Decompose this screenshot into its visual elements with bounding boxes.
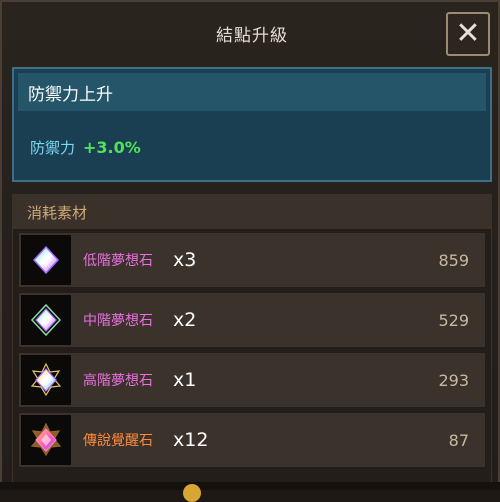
- high-dream-stone-icon: [30, 363, 62, 397]
- stat-value: +3.0%: [83, 138, 141, 157]
- material-name: 高階夢想石: [83, 373, 153, 389]
- stat-title: 防禦力上升: [28, 84, 113, 105]
- material-icon-box: [21, 415, 71, 465]
- low-dream-stone-icon: [32, 245, 60, 275]
- close-button[interactable]: ✕: [446, 12, 490, 56]
- material-name: 中階夢想石: [83, 313, 153, 329]
- stat-line: 防禦力 +3.0%: [30, 137, 141, 158]
- material-qty: x1: [173, 369, 197, 391]
- material-icon-box: [21, 355, 71, 405]
- stat-name: 防禦力: [30, 139, 76, 157]
- material-qty: x2: [173, 309, 197, 331]
- material-icon-box: [21, 235, 71, 285]
- material-row[interactable]: 高階夢想石 x1 293: [19, 353, 485, 407]
- dialog-header: 結點升級: [2, 2, 500, 64]
- material-owned: 293: [438, 370, 469, 390]
- materials-title: 消耗素材: [27, 203, 88, 222]
- coin-icon: [183, 484, 201, 502]
- stat-panel: 防禦力上升 防禦力 +3.0%: [12, 67, 492, 182]
- mid-dream-stone-icon: [30, 303, 62, 337]
- material-name: 低階夢想石: [83, 253, 153, 269]
- materials-panel: 消耗素材 低階夢想石 x3 859 中階夢想石 x2 529 高階夢想石 x1 …: [12, 194, 492, 484]
- material-qty: x3: [173, 249, 197, 271]
- footer-strip: [0, 482, 500, 490]
- dialog-title: 結點升級: [216, 25, 288, 46]
- material-row[interactable]: 低階夢想石 x3 859: [19, 233, 485, 287]
- close-icon: ✕: [455, 16, 481, 51]
- stat-header: 防禦力上升: [18, 73, 486, 111]
- material-row[interactable]: 傳說覺醒石 x12 87: [19, 413, 485, 467]
- material-name: 傳說覺醒石: [83, 433, 153, 449]
- material-row[interactable]: 中階夢想石 x2 529: [19, 293, 485, 347]
- material-owned: 529: [438, 310, 469, 330]
- material-qty: x12: [173, 429, 209, 451]
- legend-awakening-stone-icon: [30, 423, 62, 457]
- material-owned: 87: [448, 430, 469, 450]
- material-owned: 859: [438, 250, 469, 270]
- materials-header: 消耗素材: [13, 195, 491, 229]
- material-icon-box: [21, 295, 71, 345]
- node-upgrade-dialog: 結點升級 ✕ 防禦力上升 防禦力 +3.0% 消耗素材 低階夢想石 x3 859…: [0, 0, 500, 490]
